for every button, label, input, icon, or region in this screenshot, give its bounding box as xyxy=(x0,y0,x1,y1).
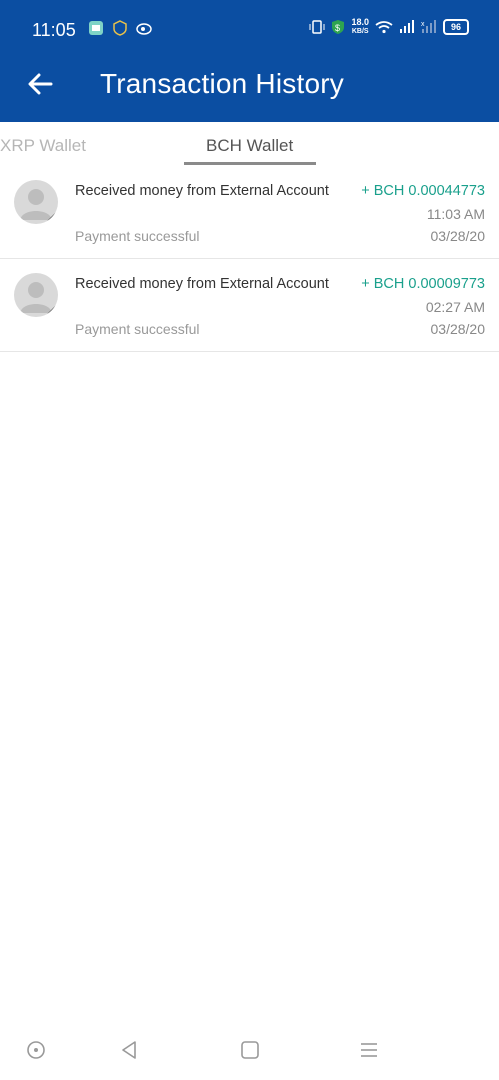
message-app-icon xyxy=(89,21,103,35)
nav-back-button[interactable] xyxy=(113,1034,145,1066)
vibrate-icon xyxy=(309,20,325,34)
transaction-time: 02:27 AM xyxy=(425,299,485,315)
network-speed-unit: KB/S xyxy=(351,28,369,35)
assistant-button[interactable] xyxy=(20,1034,52,1066)
wifi-icon xyxy=(375,21,393,34)
app-bar: Transaction History xyxy=(0,44,499,122)
svg-text:x: x xyxy=(421,21,425,28)
nav-home-button[interactable] xyxy=(234,1034,266,1066)
square-icon xyxy=(241,1041,259,1059)
wallet-tabs: XRP Wallet BCH Wallet xyxy=(0,122,499,170)
shield-app-icon xyxy=(113,20,127,36)
avatar xyxy=(14,273,58,317)
transaction-amount: + BCH 0.00044773 xyxy=(361,183,485,199)
tab-xrp-wallet[interactable]: XRP Wallet xyxy=(0,136,86,156)
transaction-list: Received money from External Account + B… xyxy=(0,166,499,352)
nav-recents-button[interactable] xyxy=(353,1034,385,1066)
transaction-date: 03/28/20 xyxy=(430,228,486,244)
svg-text:$: $ xyxy=(335,23,340,33)
circle-icon xyxy=(27,1041,45,1059)
back-button[interactable] xyxy=(20,64,60,104)
transaction-time: 11:03 AM xyxy=(426,206,485,222)
transaction-row[interactable]: Received money from External Account + B… xyxy=(0,259,499,352)
weibo-icon xyxy=(136,23,152,35)
system-icons: $ 18.0 KB/S x 96 xyxy=(309,18,469,36)
user-placeholder-icon xyxy=(20,282,58,317)
network-speed-value: 18.0 xyxy=(351,17,369,27)
transaction-status: Payment successful xyxy=(75,321,200,337)
notification-icons xyxy=(88,20,154,36)
signal-no-sim-icon: x xyxy=(421,20,436,33)
transaction-date: 03/28/20 xyxy=(430,321,486,337)
menu-icon xyxy=(361,1043,377,1057)
transaction-description: Received money from External Account xyxy=(75,276,329,292)
network-speed: 18.0 KB/S xyxy=(351,18,369,36)
transaction-description: Received money from External Account xyxy=(75,183,329,199)
back-triangle-icon xyxy=(122,1041,136,1059)
status-time: 11:05 xyxy=(32,20,76,40)
transaction-status: Payment successful xyxy=(75,228,200,244)
tab-active-indicator xyxy=(184,162,316,165)
arrow-left-icon xyxy=(28,73,53,95)
tab-bch-wallet[interactable]: BCH Wallet xyxy=(206,136,293,156)
page-title: Transaction History xyxy=(100,68,344,99)
signal-icon xyxy=(400,20,414,33)
vpn-shield-icon: $ xyxy=(332,20,345,34)
status-bar: 11:05 $ 18.0 KB/S x 96 xyxy=(0,0,499,44)
transaction-row[interactable]: Received money from External Account + B… xyxy=(0,166,499,259)
system-nav-bar xyxy=(0,1024,499,1080)
avatar xyxy=(14,180,58,224)
battery-indicator: 96 xyxy=(443,19,469,35)
user-placeholder-icon xyxy=(20,189,58,224)
transaction-amount: + BCH 0.00009773 xyxy=(361,276,485,292)
